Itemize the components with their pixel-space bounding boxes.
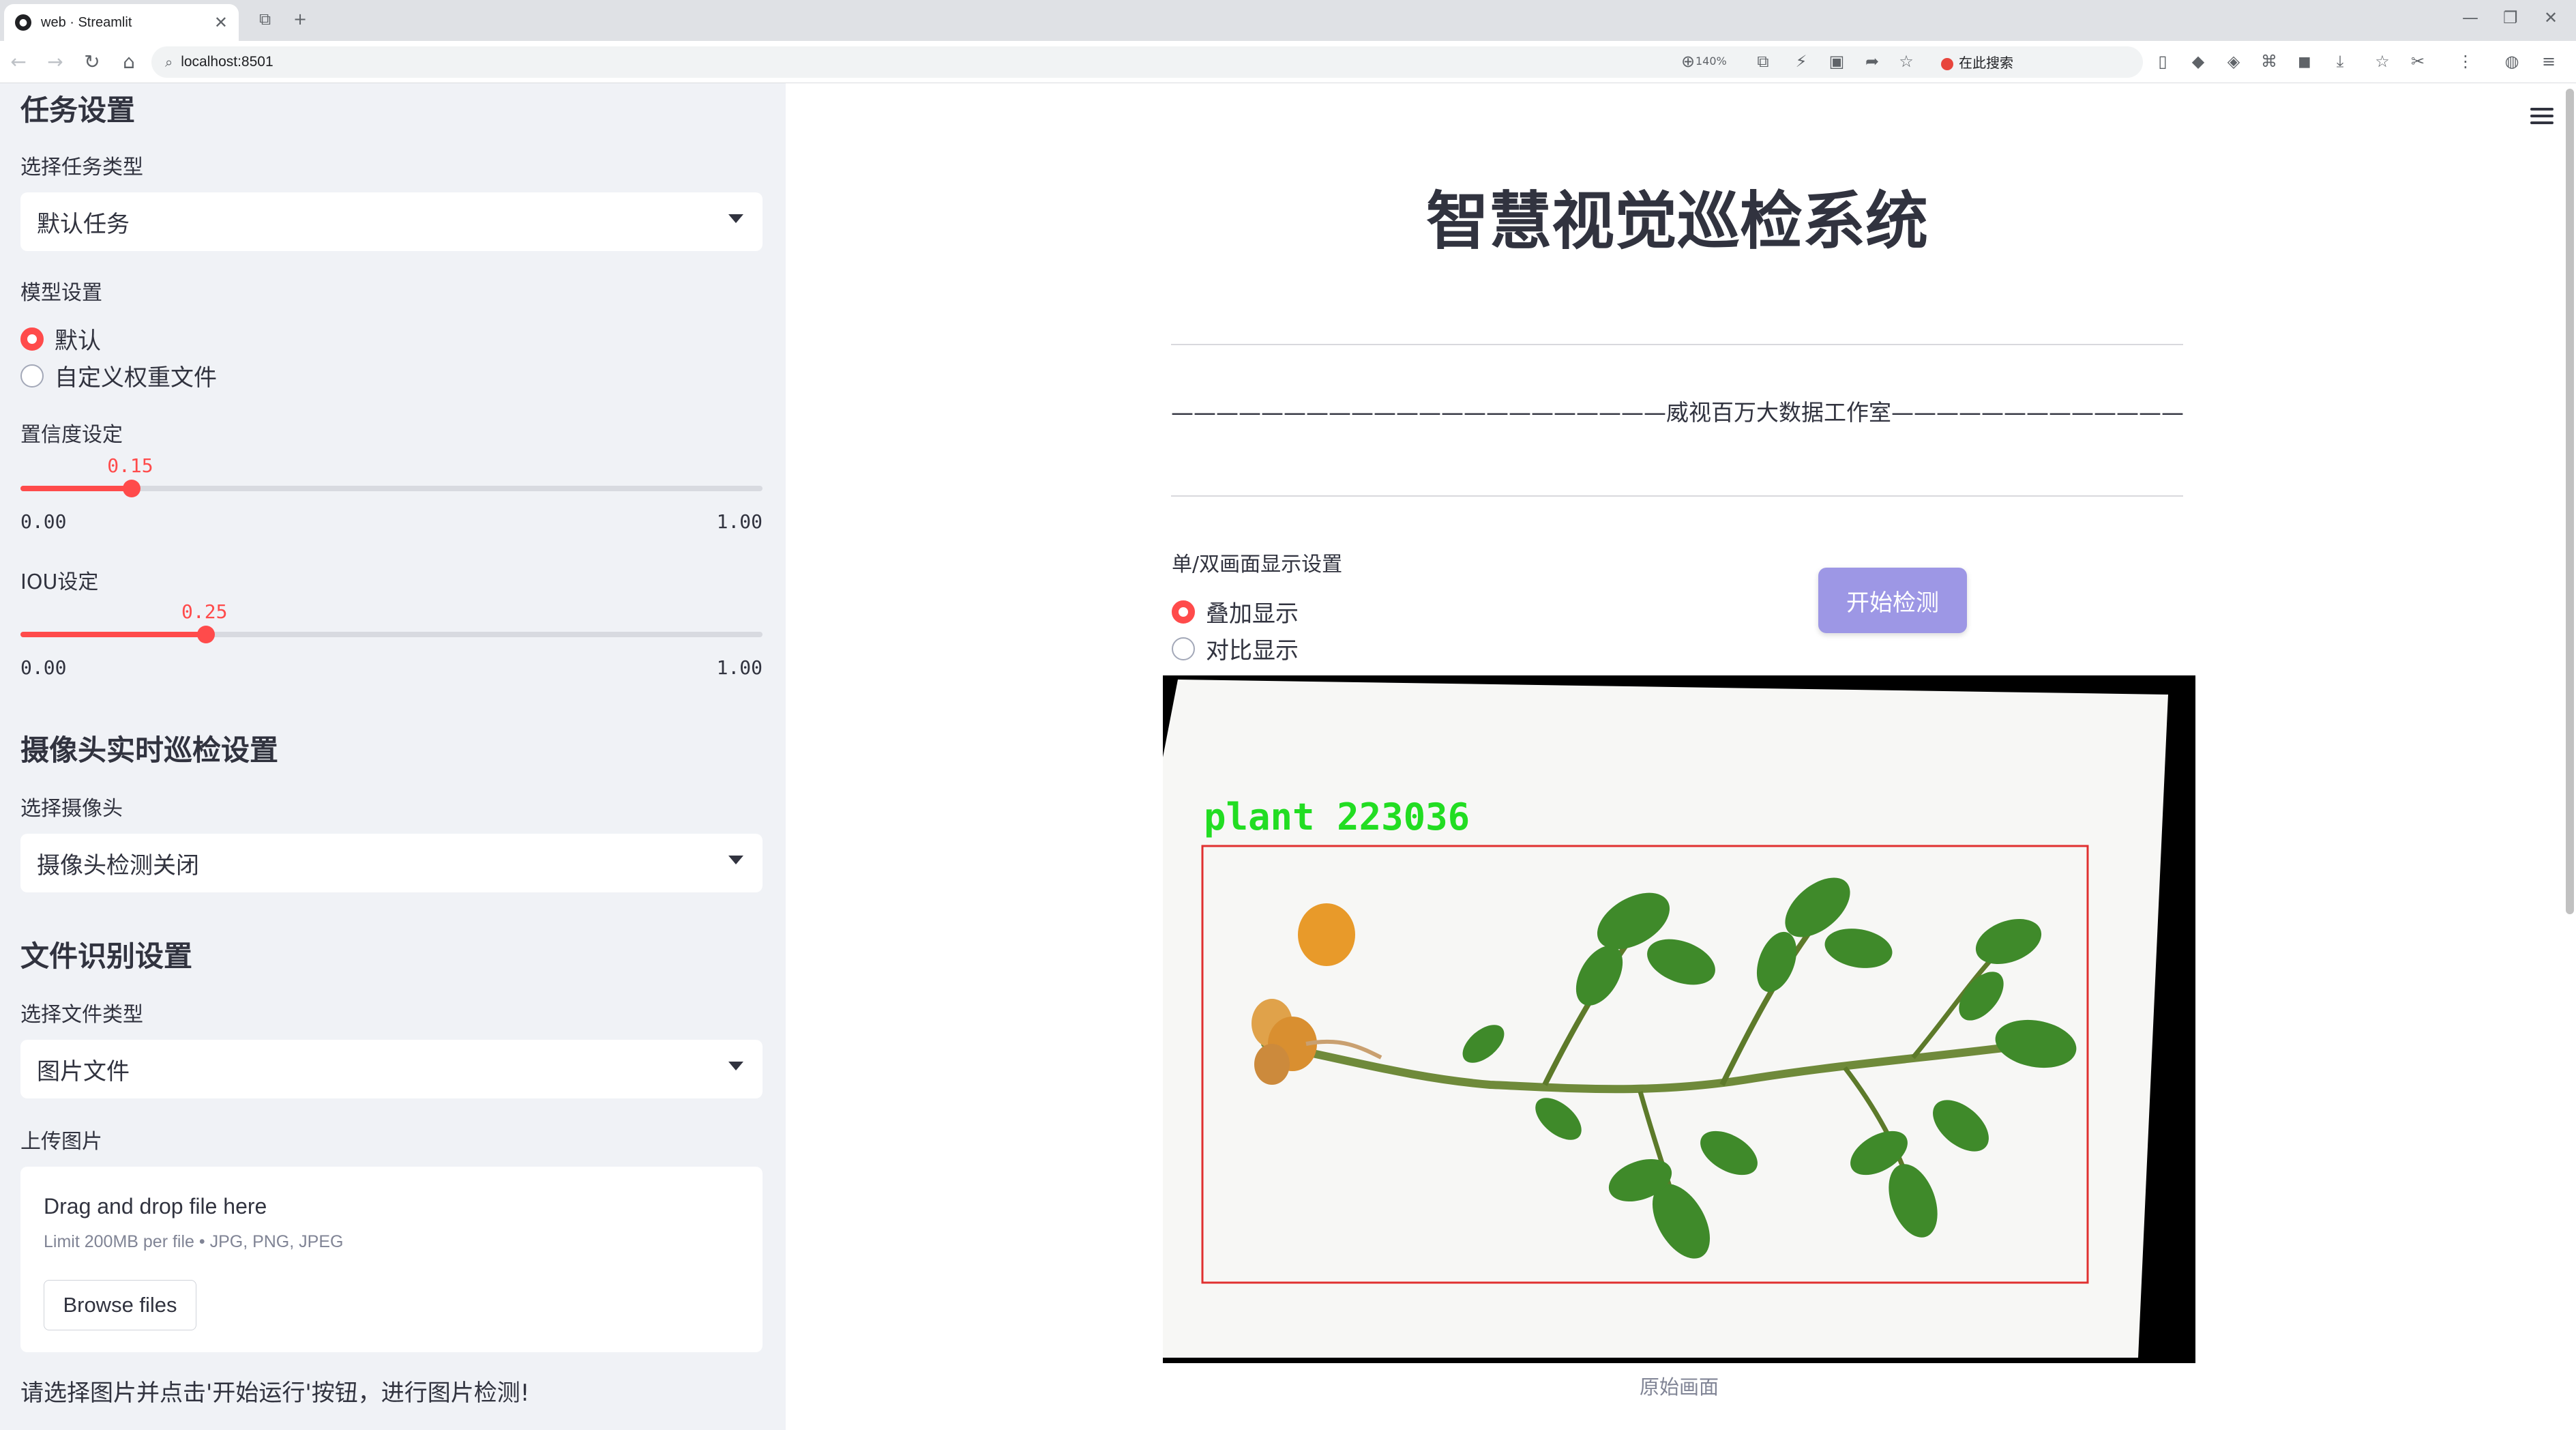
chevron-down-icon: [728, 214, 743, 223]
screenshot-icon[interactable]: ▣: [1826, 52, 1847, 71]
file-type-select[interactable]: 图片文件: [20, 1040, 763, 1098]
tab-search-icon[interactable]: ⧉: [259, 10, 271, 29]
file-settings-heading: 文件识别设置: [20, 939, 193, 973]
confidence-slider[interactable]: 0.15 0.00 1.00: [20, 454, 763, 533]
share-icon[interactable]: ➦: [1862, 52, 1882, 71]
iou-min: 0.00: [20, 656, 67, 679]
camera-settings-heading: 摄像头实时巡检设置: [20, 733, 279, 767]
upload-label: 上传图片: [20, 1130, 102, 1154]
start-detection-button[interactable]: 开始检测: [1818, 568, 1967, 633]
home-icon[interactable]: ⌂: [117, 50, 140, 73]
forward-icon[interactable]: →: [44, 50, 67, 73]
iou-value: 0.25: [181, 600, 228, 623]
close-window-icon[interactable]: ✕: [2544, 8, 2558, 27]
camera-value: 摄像头检测关闭: [37, 851, 199, 879]
chevron-down-icon: [728, 856, 743, 864]
download-icon[interactable]: ⤓: [2330, 52, 2350, 71]
confidence-max: 1.00: [716, 510, 763, 533]
new-tab-icon[interactable]: +: [293, 10, 307, 29]
model-radio-default[interactable]: 默认: [20, 322, 101, 355]
extension-blue-icon[interactable]: ◈: [2223, 52, 2244, 71]
confidence-slider-thumb[interactable]: [123, 480, 141, 497]
iou-slider-thumb[interactable]: [197, 626, 215, 643]
browser-tab-bar: ● web · Streamlit ✕ ⧉ + — ❐ ✕: [0, 0, 2576, 41]
task-type-value: 默认任务: [37, 210, 130, 238]
mobile-icon[interactable]: ▯: [2152, 52, 2173, 71]
search-extension[interactable]: 在此搜索: [1941, 52, 2013, 72]
scrollbar[interactable]: [2566, 89, 2574, 914]
url-text: localhost:8501: [181, 54, 273, 70]
radio-unselected-icon: [1172, 637, 1195, 660]
confidence-min: 0.00: [20, 510, 67, 533]
uploader-main-text: Drag and drop file here: [44, 1194, 267, 1219]
hamburger-menu-icon[interactable]: [2530, 108, 2553, 128]
zoom-level: 140%: [1696, 55, 1727, 68]
studio-subtitle: ——————————————————————威视百万大数据工作室————————…: [1171, 399, 2183, 426]
lightning-icon[interactable]: ⚡: [1791, 52, 1811, 71]
browse-files-button[interactable]: Browse files: [44, 1280, 196, 1330]
restore-icon[interactable]: ❐: [2503, 8, 2518, 27]
divider: [1171, 495, 2183, 497]
search-icon: ⌕: [165, 54, 173, 70]
uploader-limit-text: Limit 200MB per file • JPG, PNG, JPEG: [44, 1232, 344, 1251]
extension-color-icon[interactable]: ◆: [2188, 52, 2208, 71]
display-radio-overlay[interactable]: 叠加显示: [1172, 595, 1299, 628]
detection-label: plant 223036: [1204, 796, 1470, 838]
extension-dark-icon[interactable]: ◼: [2294, 52, 2315, 71]
model-settings-label: 模型设置: [20, 281, 102, 305]
detection-image: plant 223036: [1163, 675, 2195, 1363]
sidebar: 任务设置 选择任务类型 默认任务 模型设置 默认 自定义权重文件 置信度设定 0…: [0, 83, 786, 1430]
radio-selected-icon: [1172, 600, 1195, 624]
iou-max: 1.00: [716, 656, 763, 679]
streamlit-favicon-icon: ●: [15, 14, 31, 31]
bookmark-star-icon[interactable]: ☆: [1896, 52, 1916, 71]
radio-selected-icon: [20, 327, 44, 351]
browser-menu-icon[interactable]: ≡: [2538, 52, 2559, 71]
address-bar: ← → ↻ ⌂ ⌕ localhost:8501 ⊕ 140% ⧉ ⚡ ▣ ➦ …: [0, 41, 2576, 83]
avatar[interactable]: ◍: [2502, 52, 2522, 71]
task-settings-heading: 任务设置: [20, 93, 136, 127]
tab-close-icon[interactable]: ✕: [214, 13, 228, 32]
task-type-label: 选择任务类型: [20, 156, 143, 179]
file-type-value: 图片文件: [37, 1057, 130, 1085]
file-uploader-dropzone[interactable]: Drag and drop file here Limit 200MB per …: [20, 1167, 763, 1352]
minimize-icon[interactable]: —: [2462, 8, 2478, 27]
confidence-value: 0.15: [107, 454, 153, 477]
translate-icon[interactable]: ⧉: [1753, 52, 1773, 71]
page-title: 智慧视觉巡检系统: [1425, 185, 1928, 258]
camera-select[interactable]: 摄像头检测关闭: [20, 834, 763, 892]
plant-detection-picture: plant 223036: [1163, 675, 2195, 1363]
display-radio-compare[interactable]: 对比显示: [1172, 632, 1299, 665]
divider: [1171, 344, 2183, 345]
reload-icon[interactable]: ↻: [80, 50, 104, 73]
camera-label: 选择摄像头: [20, 797, 123, 821]
image-caption: 原始画面: [1639, 1375, 1719, 1399]
model-radio-custom[interactable]: 自定义权重文件: [20, 359, 217, 392]
confidence-label: 置信度设定: [20, 423, 123, 447]
browser-tab[interactable]: ● web · Streamlit ✕: [4, 4, 239, 41]
iou-label: IOU设定: [20, 570, 99, 594]
sidebar-note: 请选择图片并点击'开始运行'按钮，进行图片检测!: [20, 1380, 530, 1407]
task-type-select[interactable]: 默认任务: [20, 192, 763, 251]
radio-unselected-icon: [20, 364, 44, 388]
file-type-label: 选择文件类型: [20, 1003, 143, 1027]
back-icon[interactable]: ←: [7, 50, 30, 73]
more-menu-icon[interactable]: ⋮: [2455, 52, 2476, 71]
tab-title: web · Streamlit: [41, 14, 132, 30]
extension-translate-icon[interactable]: ⌘: [2259, 52, 2279, 71]
scissors-icon[interactable]: ✂: [2408, 52, 2428, 71]
display-mode-label: 单/双画面显示设置: [1172, 553, 1343, 577]
iou-slider[interactable]: 0.25 0.00 1.00: [20, 600, 763, 679]
favorites-icon[interactable]: ☆: [2372, 52, 2393, 71]
chevron-down-icon: [728, 1062, 743, 1070]
